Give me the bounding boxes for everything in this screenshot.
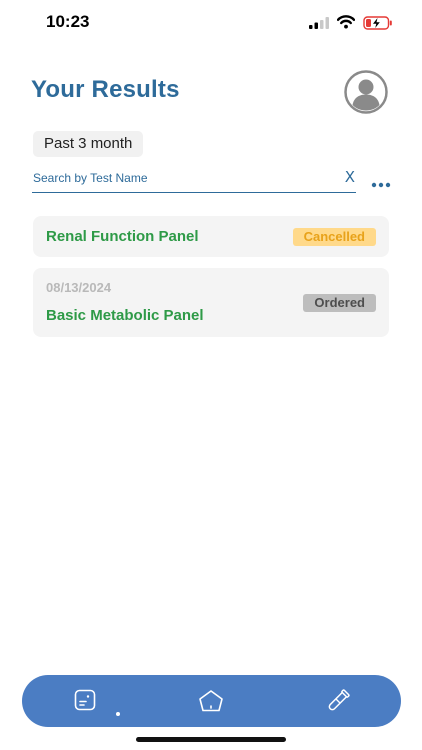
result-title: Basic Metabolic Panel (46, 307, 204, 324)
result-date: 08/13/2024 (46, 280, 112, 295)
results-icon (74, 689, 96, 711)
home-icon (199, 690, 223, 712)
wifi-icon (337, 15, 355, 29)
profile-avatar-icon[interactable] (340, 70, 392, 114)
tab-tests[interactable] (308, 675, 368, 727)
selected-tab-indicator (116, 712, 120, 716)
status-bar: 10:23 (0, 0, 422, 44)
result-title: Renal Function Panel (46, 228, 199, 245)
status-time: 10:23 (46, 12, 90, 31)
status-badge: Ordered (303, 294, 376, 312)
more-options-icon[interactable] (371, 181, 391, 189)
page-title: Your Results (31, 76, 180, 103)
tab-results[interactable] (55, 675, 120, 727)
cellular-signal-icon (309, 17, 329, 29)
bottom-tab-bar (22, 675, 401, 727)
date-range-filter[interactable]: Past 3 month (33, 131, 144, 157)
home-indicator (136, 737, 286, 742)
status-badge: Cancelled (292, 228, 376, 246)
test-tube-icon (328, 689, 350, 711)
search-input[interactable] (33, 168, 333, 188)
result-card[interactable]: 08/13/2024 Ordered Basic Metabolic Panel (33, 268, 389, 337)
result-card[interactable]: Renal Function Panel Cancelled (33, 216, 389, 257)
battery-charging-icon (363, 16, 392, 30)
search-bar: X (32, 166, 356, 193)
clear-search-icon[interactable]: X (345, 168, 355, 186)
tab-home[interactable] (181, 675, 241, 727)
